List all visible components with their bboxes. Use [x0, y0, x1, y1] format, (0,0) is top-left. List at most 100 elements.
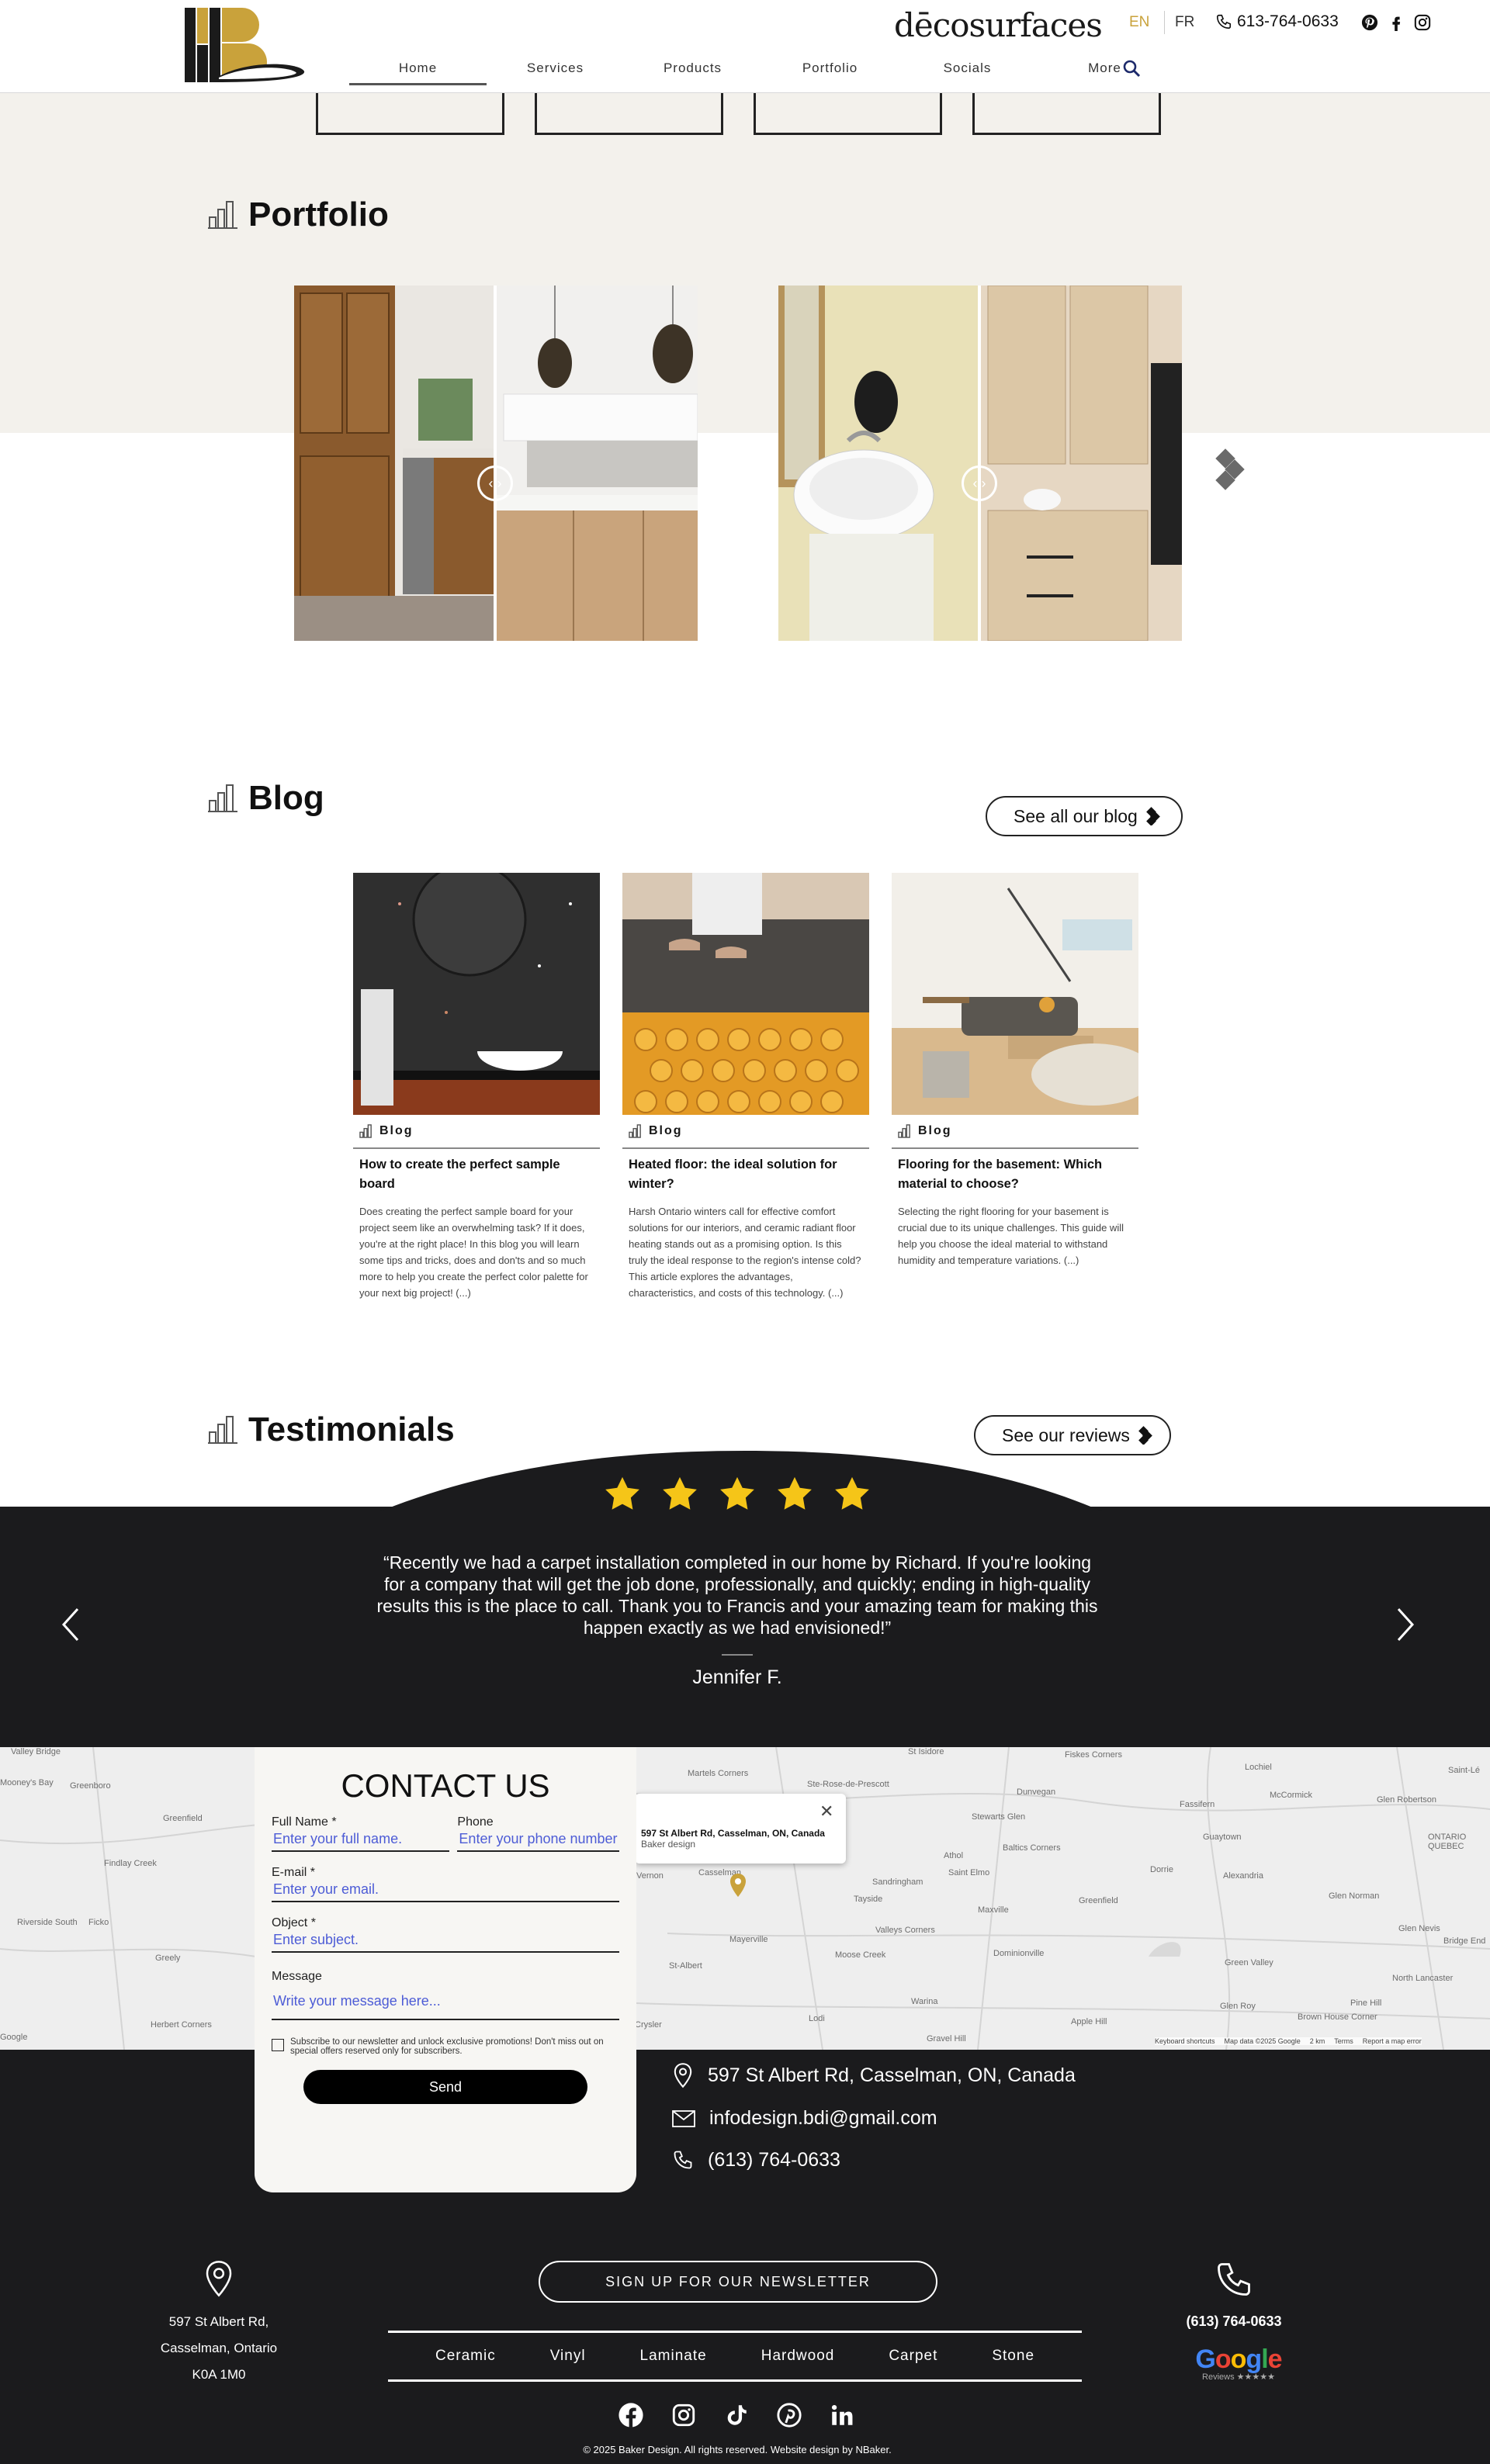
map-label: Stewarts Glen: [972, 1812, 1026, 1822]
contact-address-row[interactable]: 597 St Albert Rd, Casselman, ON, Canada: [672, 2062, 1076, 2089]
star-icon: [720, 1476, 754, 1510]
newsletter-checkbox[interactable]: [272, 2039, 284, 2051]
footer-link-laminate[interactable]: Laminate: [640, 2348, 707, 2365]
message-field[interactable]: [272, 1984, 619, 2020]
tiktok-icon[interactable]: [723, 2402, 750, 2428]
chevron-right-icon[interactable]: [1394, 1606, 1417, 1643]
see-reviews-label: See our reviews: [1002, 1424, 1130, 1445]
before-after-bathroom[interactable]: ‹ ›: [778, 286, 1182, 641]
fullname-field[interactable]: [272, 1829, 450, 1852]
email-field[interactable]: [272, 1880, 619, 1902]
brand-wordmark[interactable]: dēcosurfaces: [894, 3, 1103, 47]
service-card-stub[interactable]: [316, 92, 504, 135]
contact-email-row[interactable]: infodesign.bdi@gmail.com: [672, 2107, 937, 2130]
section-bars-icon: [208, 200, 237, 230]
map-info-window[interactable]: 597 St Albert Rd, Casselman, ON, Canada …: [635, 1794, 846, 1864]
map-label: Saint-Lé: [1448, 1766, 1480, 1775]
fullname-label: Full Name *: [272, 1815, 337, 1829]
map-label: Herbert Corners: [151, 2020, 212, 2030]
map-label: Glen Norman: [1329, 1891, 1380, 1901]
lang-fr-link[interactable]: FR: [1175, 14, 1194, 31]
footer-link-hardwood[interactable]: Hardwood: [761, 2348, 835, 2365]
carousel-next-icon[interactable]: [1209, 448, 1246, 492]
blog-image-basement[interactable]: [892, 873, 1138, 1115]
arrow-diamond-icon: [1138, 1426, 1153, 1445]
google-map[interactable]: Martels Corners Ste-Rose-de-Prescott Dun…: [0, 1747, 1490, 2050]
service-card-stub[interactable]: [972, 92, 1161, 135]
blog-post-excerpt: Does creating the perfect sample board f…: [359, 1206, 588, 1299]
blog-image-sample-board[interactable]: [353, 873, 600, 1115]
map-label: Glen Robertson: [1377, 1795, 1437, 1805]
location-pin-icon: [203, 2259, 234, 2298]
newsletter-signup-button[interactable]: SIGN UP FOR OUR NEWSLETTER: [539, 2261, 937, 2303]
send-button[interactable]: Send: [303, 2070, 587, 2104]
lang-en-link[interactable]: EN: [1129, 14, 1149, 31]
blog-post-title[interactable]: Heated floor: the ideal solution for win…: [622, 1149, 869, 1194]
header-phone-link[interactable]: 613-764-0633: [1215, 12, 1339, 31]
compare-handle-icon[interactable]: ‹ ›: [477, 465, 513, 501]
facebook-icon[interactable]: [1388, 14, 1405, 31]
instagram-icon[interactable]: [670, 2402, 697, 2428]
header-social-links: [1361, 14, 1431, 31]
service-card-stub[interactable]: [754, 92, 942, 135]
footer-link-stone[interactable]: Stone: [992, 2348, 1034, 2365]
nav-socials[interactable]: Socials: [899, 56, 1036, 85]
close-icon[interactable]: ✕: [820, 1801, 833, 1822]
portfolio-background-curve: [0, 433, 1490, 714]
pinterest-icon[interactable]: [776, 2402, 802, 2428]
copyright: © 2025 Baker Design. All rights reserved…: [583, 2444, 892, 2455]
pinterest-icon[interactable]: [1361, 14, 1378, 31]
service-card-stub[interactable]: [535, 92, 723, 135]
site-header: dēcosurfaces EN FR 613-764-0633 Home Ser…: [0, 0, 1490, 93]
blog-card[interactable]: Blog How to create the perfect sample bo…: [353, 873, 600, 1301]
nav-more[interactable]: More: [1036, 56, 1173, 85]
footer-link-vinyl[interactable]: Vinyl: [550, 2348, 586, 2365]
contact-phone-row[interactable]: (613) 764-0633: [672, 2147, 840, 2172]
section-bars-icon: [359, 1124, 373, 1138]
map-label: Glen Roy: [1220, 2002, 1256, 2011]
contact-address: 597 St Albert Rd, Casselman, ON, Canada: [708, 2064, 1076, 2086]
instagram-icon[interactable]: [1414, 14, 1431, 31]
blog-post-title[interactable]: How to create the perfect sample board: [353, 1149, 600, 1194]
object-field[interactable]: [272, 1930, 619, 1953]
nav-home[interactable]: Home: [349, 56, 487, 85]
section-bars-icon: [208, 1415, 237, 1445]
blog-post-title[interactable]: Flooring for the basement: Which materia…: [892, 1149, 1138, 1194]
arrow-diamond-icon: [1145, 807, 1161, 825]
blog-image-heated-floor[interactable]: [622, 873, 869, 1115]
section-bars-icon: [629, 1124, 643, 1138]
map-data-credit: Map data ©2025 Google: [1224, 2037, 1301, 2045]
phone-field[interactable]: [457, 1829, 619, 1852]
compare-handle-icon[interactable]: ‹ ›: [962, 465, 997, 501]
facebook-icon[interactable]: [618, 2402, 644, 2428]
blog-card[interactable]: Blog Heated floor: the ideal solution fo…: [622, 873, 869, 1301]
see-all-blog-button[interactable]: See all our blog: [986, 796, 1183, 836]
map-label: North Lancaster: [1392, 1974, 1454, 1983]
map-marker-icon[interactable]: [729, 1873, 747, 1898]
map-keyboard-shortcuts[interactable]: Keyboard shortcuts: [1155, 2037, 1215, 2045]
before-after-kitchen[interactable]: ‹ ›: [294, 286, 698, 641]
map-label: Google: [0, 2033, 28, 2042]
footer-phone[interactable]: (613) 764-0633: [1164, 2313, 1304, 2330]
nav-products[interactable]: Products: [624, 56, 761, 85]
baker-design-logo[interactable]: [183, 5, 307, 85]
google-reviews-badge[interactable]: Google Reviews ★★★★★: [1192, 2345, 1285, 2382]
footer-link-ceramic[interactable]: Ceramic: [435, 2348, 496, 2365]
search-icon[interactable]: [1122, 59, 1141, 78]
map-info-subtitle: Baker design: [641, 1839, 696, 1850]
map-label: Greenfield: [1079, 1896, 1118, 1905]
linkedin-icon[interactable]: [829, 2402, 855, 2428]
nav-portfolio[interactable]: Portfolio: [761, 56, 899, 85]
section-bars-icon: [208, 784, 237, 813]
footer-link-carpet[interactable]: Carpet: [889, 2348, 937, 2365]
main-nav: Home Services Products Portfolio Socials…: [349, 56, 1173, 85]
map-report-link[interactable]: Report a map error: [1363, 2037, 1422, 2045]
map-label: Athol: [944, 1851, 964, 1860]
nav-services[interactable]: Services: [487, 56, 624, 85]
map-label: St-Albert: [669, 1961, 702, 1971]
contact-title: CONTACT US: [341, 1767, 550, 1804]
map-terms-link[interactable]: Terms: [1334, 2037, 1353, 2045]
map-label: Crysler: [635, 2020, 662, 2030]
chevron-left-icon[interactable]: [59, 1606, 82, 1643]
blog-card[interactable]: Blog Flooring for the basement: Which ma…: [892, 873, 1138, 1268]
